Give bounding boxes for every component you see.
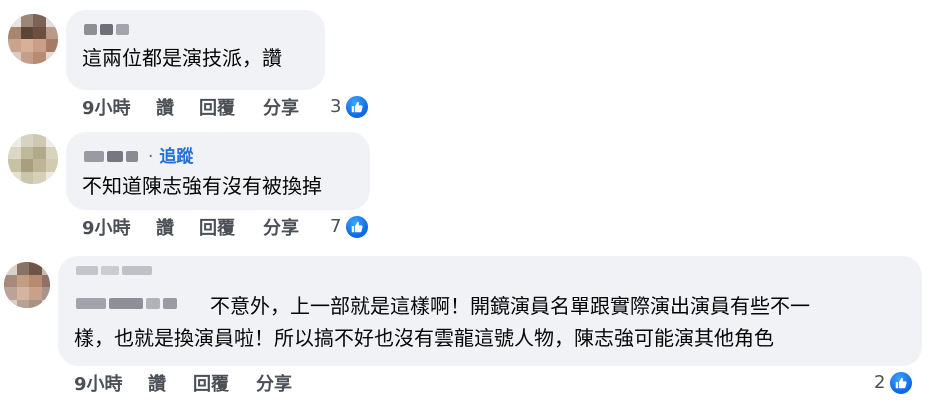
avatar[interactable]: [4, 262, 50, 308]
reply-button[interactable]: 回覆: [199, 98, 235, 120]
tagged-name-blurred[interactable]: [76, 298, 177, 309]
share-button[interactable]: 分享: [263, 218, 299, 240]
share-button[interactable]: 分享: [256, 374, 292, 396]
like-button[interactable]: 讚: [156, 218, 174, 240]
reaction-count: 3: [330, 96, 342, 117]
follow-link[interactable]: · 追蹤: [148, 146, 193, 168]
comment-actions: 9小時 讚 回覆 分享: [82, 218, 322, 240]
comment-actions: 9小時 讚 回覆 分享: [82, 98, 322, 120]
comment-text-line-2: 樣，也就是換演員啦！所以搞不好也沒有雲龍這號人物，陳志強可能演其他角色: [74, 326, 774, 350]
author-name-blurred[interactable]: [76, 266, 152, 275]
like-button[interactable]: 讚: [148, 374, 166, 396]
reaction-count: 7: [330, 216, 342, 237]
reaction-summary[interactable]: 7: [330, 214, 371, 240]
comment-actions: 9小時 讚 回覆 分享: [74, 374, 314, 396]
comment-text-line-1: 不意外，上一部就是這樣啊！開鏡演員名單跟實際演出演員有些不一: [210, 294, 810, 318]
reaction-count: 2: [874, 372, 886, 393]
reply-button[interactable]: 回覆: [199, 218, 235, 240]
reaction-summary[interactable]: 3: [330, 94, 371, 120]
comment-text: 不知道陳志強有沒有被換掉: [82, 174, 322, 198]
share-button[interactable]: 分享: [263, 98, 299, 120]
like-thumb-icon: [344, 94, 371, 120]
comment-bubble: 這兩位都是演技派，讚: [66, 10, 325, 90]
follow-label: 追蹤: [159, 147, 194, 167]
timestamp[interactable]: 9小時: [82, 98, 131, 120]
avatar[interactable]: [8, 134, 58, 184]
timestamp[interactable]: 9小時: [82, 218, 131, 240]
like-button[interactable]: 讚: [156, 98, 174, 120]
timestamp[interactable]: 9小時: [74, 374, 123, 396]
like-thumb-icon: [344, 214, 371, 240]
comment-bubble: 不意外，上一部就是這樣啊！開鏡演員名單跟實際演出演員有些不一 樣，也就是換演員啦…: [58, 256, 922, 366]
comment-text: 這兩位都是演技派，讚: [82, 46, 282, 70]
like-thumb-icon: [888, 370, 915, 396]
avatar[interactable]: [8, 14, 58, 64]
reply-button[interactable]: 回覆: [193, 374, 229, 396]
author-name-blurred[interactable]: [84, 24, 129, 35]
author-name-blurred[interactable]: [84, 151, 138, 162]
comment-bubble: · 追蹤 不知道陳志強有沒有被換掉: [66, 132, 370, 210]
reaction-summary[interactable]: 2: [874, 370, 915, 396]
name-separator: ·: [148, 147, 154, 167]
